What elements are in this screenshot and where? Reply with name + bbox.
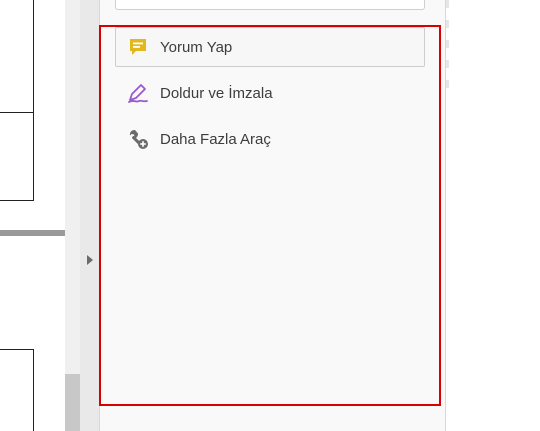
document-page (0, 0, 34, 201)
tool-fill-sign[interactable]: Doldur ve İmzala (115, 73, 425, 113)
pane-collapse-strip[interactable] (80, 0, 100, 431)
more-tools-icon (116, 119, 160, 159)
page-gap (0, 230, 65, 236)
vertical-scrollbar[interactable] (65, 0, 80, 431)
tool-search-field[interactable] (115, 0, 425, 10)
collapse-arrow-icon[interactable] (87, 255, 93, 265)
tool-more-tools-label: Daha Fazla Araç (160, 130, 271, 148)
fill-sign-icon (116, 73, 160, 113)
pane-edge (446, 0, 449, 90)
document-view[interactable] (0, 0, 65, 431)
acrobat-window: Yorum Yap Doldur ve İmzala Daha Fazla Ar… (0, 0, 540, 431)
scrollbar-thumb[interactable] (65, 374, 80, 431)
tool-more-tools[interactable]: Daha Fazla Araç (115, 119, 425, 159)
tool-fill-sign-label: Doldur ve İmzala (160, 84, 273, 102)
tool-comment-label: Yorum Yap (160, 38, 233, 56)
tool-comment[interactable]: Yorum Yap (115, 27, 425, 67)
document-page (0, 349, 34, 431)
page-divider-line (0, 112, 34, 113)
comment-icon (116, 27, 160, 67)
